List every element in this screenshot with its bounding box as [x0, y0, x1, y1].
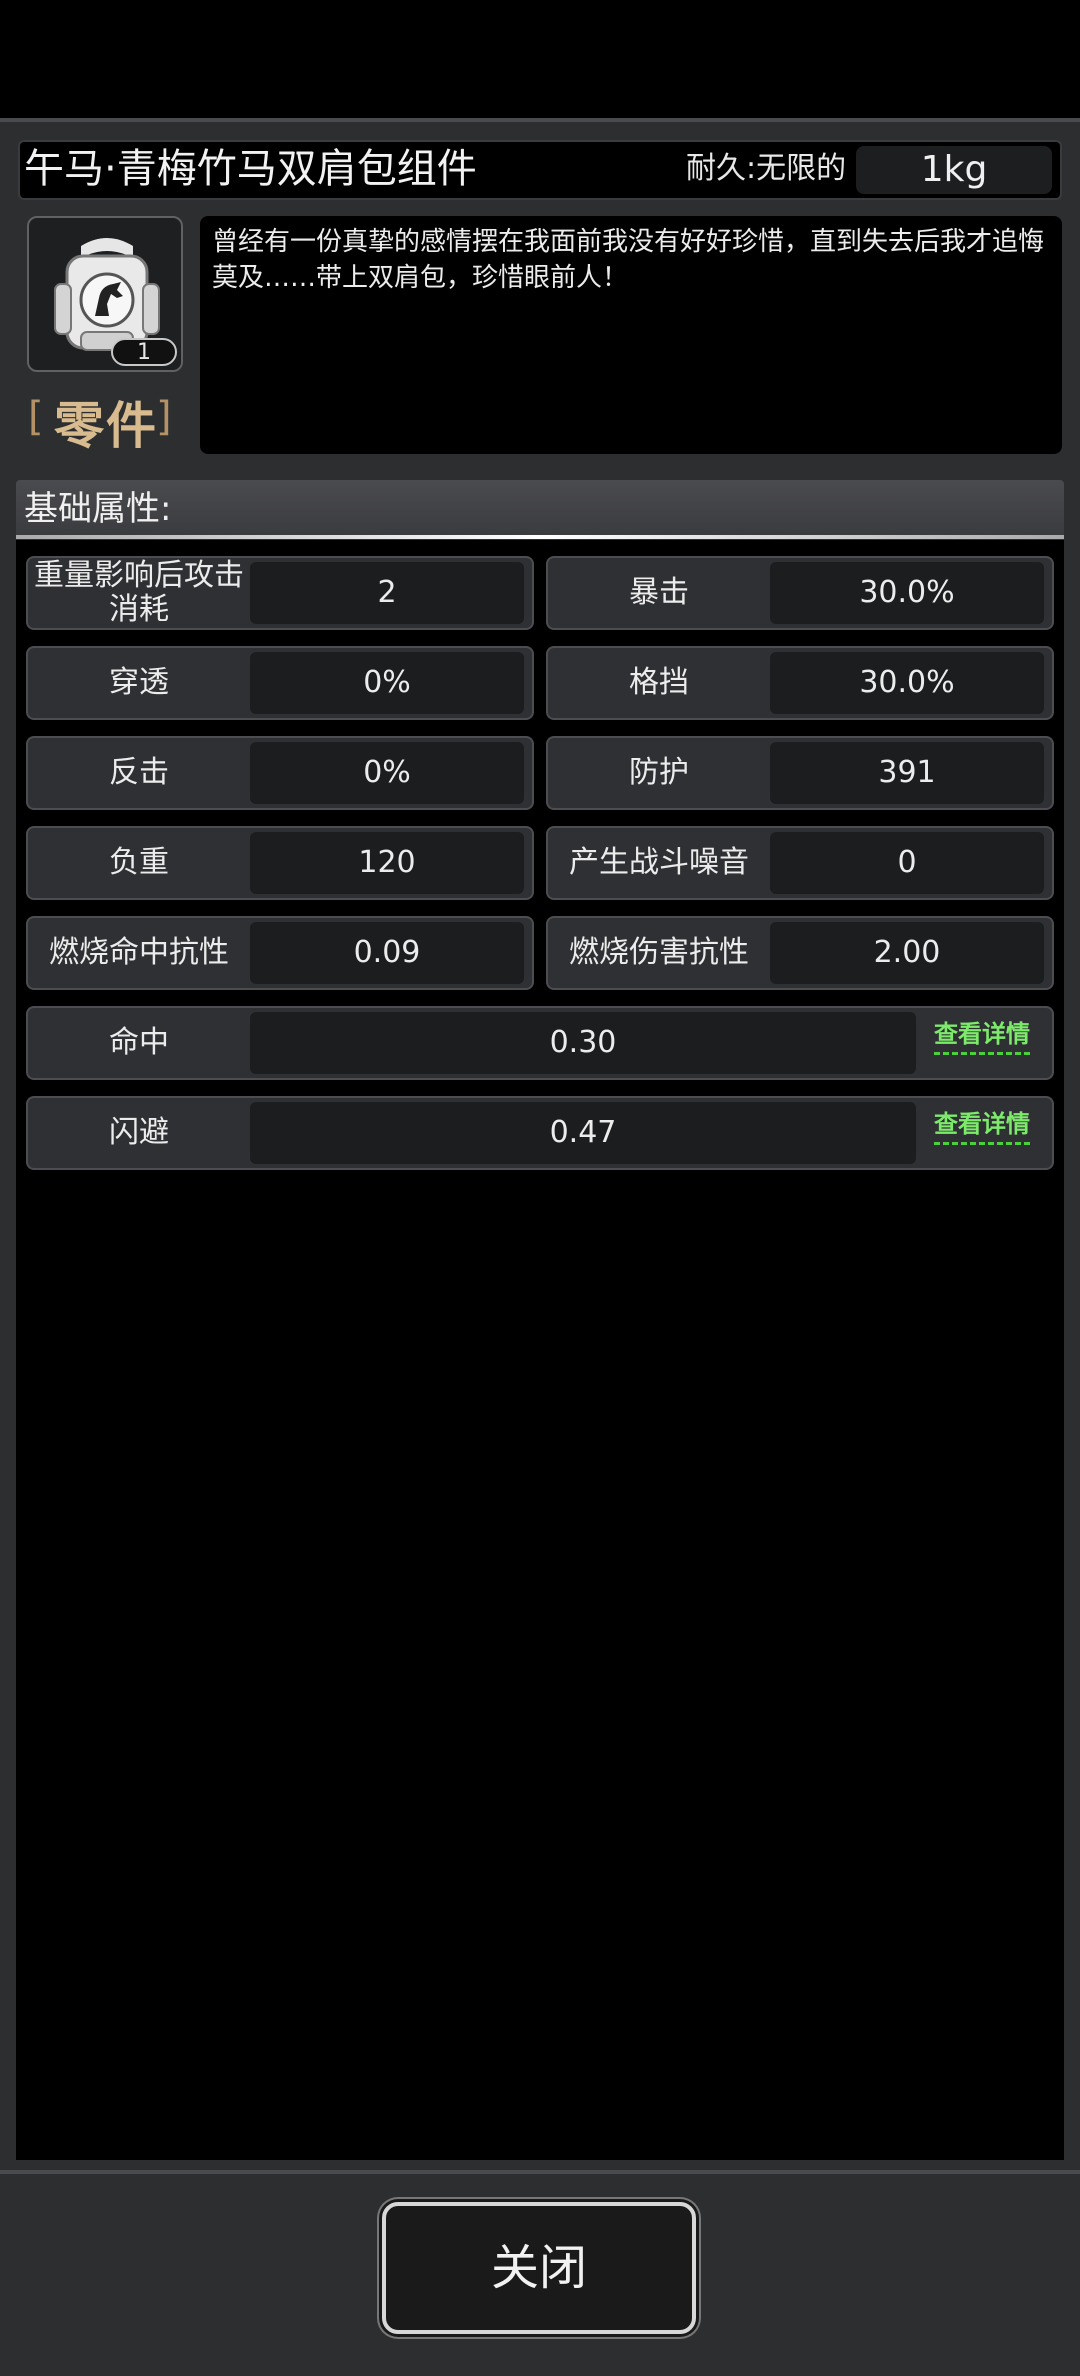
stat-value: 2.00 — [770, 922, 1044, 984]
section-title: 基础属性: — [24, 489, 172, 529]
stat-row: 产生战斗噪音 0 — [546, 826, 1054, 900]
stat-row: 反击 0% — [26, 736, 534, 810]
stat-label: 产生战斗噪音 — [569, 845, 749, 880]
stat-value: 0% — [250, 742, 524, 804]
durability-label: 耐久:无限的 — [686, 151, 847, 186]
close-button[interactable]: 关闭 — [382, 2202, 696, 2334]
stat-value: 0.30 — [250, 1012, 916, 1074]
stat-label: 燃烧伤害抗性 — [569, 935, 749, 970]
stat-value: 120 — [250, 832, 524, 894]
stat-value: 2 — [250, 562, 524, 624]
stat-label: 燃烧命中抗性 — [49, 935, 229, 970]
stat-row: 格挡 30.0% — [546, 646, 1054, 720]
stat-row-hit: 命中 0.30 查看详情 — [26, 1006, 1054, 1080]
footer-divider — [0, 2170, 1080, 2174]
hit-details-link[interactable]: 查看详情 — [934, 1020, 1030, 1055]
dodge-details-link[interactable]: 查看详情 — [934, 1110, 1030, 1145]
stat-row: 重量影响后攻击消耗 2 — [26, 556, 534, 630]
stat-value: 30.0% — [770, 652, 1044, 714]
stat-value: 0% — [250, 652, 524, 714]
stat-row: 穿透 0% — [26, 646, 534, 720]
stat-label: 闪避 — [109, 1115, 169, 1150]
stat-label: 命中 — [109, 1025, 169, 1060]
stat-label: 反击 — [109, 755, 169, 790]
item-count-badge: 1 — [111, 338, 177, 366]
stat-label: 格挡 — [629, 665, 689, 700]
stat-label: 暴击 — [629, 575, 689, 610]
stat-value: 0.09 — [250, 922, 524, 984]
stat-value: 391 — [770, 742, 1044, 804]
stat-row: 防护 391 — [546, 736, 1054, 810]
item-category: 零件 — [54, 397, 158, 455]
stat-value: 0.47 — [250, 1102, 916, 1164]
stat-row: 负重 120 — [26, 826, 534, 900]
item-description: 曾经有一份真挚的感情摆在我面前我没有好好珍惜，直到失去后我才追悔莫及……带上双肩… — [200, 216, 1062, 454]
section-header: 基础属性: — [16, 480, 1064, 538]
section-divider — [16, 535, 1064, 539]
stat-row: 燃烧命中抗性 0.09 — [26, 916, 534, 990]
stat-label: 穿透 — [109, 665, 169, 700]
stat-label: 防护 — [629, 755, 689, 790]
category-bracket-left: [ — [28, 394, 44, 440]
stat-label: 负重 — [109, 845, 169, 880]
stat-value: 0 — [770, 832, 1044, 894]
item-title: 午马·青梅竹马双肩包组件 — [24, 146, 477, 192]
category-bracket-right: ] — [156, 394, 172, 440]
stat-value: 30.0% — [770, 562, 1044, 624]
stat-label: 重量影响后攻击消耗 — [34, 558, 244, 627]
stat-row: 燃烧伤害抗性 2.00 — [546, 916, 1054, 990]
stat-row-dodge: 闪避 0.47 查看详情 — [26, 1096, 1054, 1170]
weight-value: 1kg — [856, 146, 1052, 194]
stat-row: 暴击 30.0% — [546, 556, 1054, 630]
